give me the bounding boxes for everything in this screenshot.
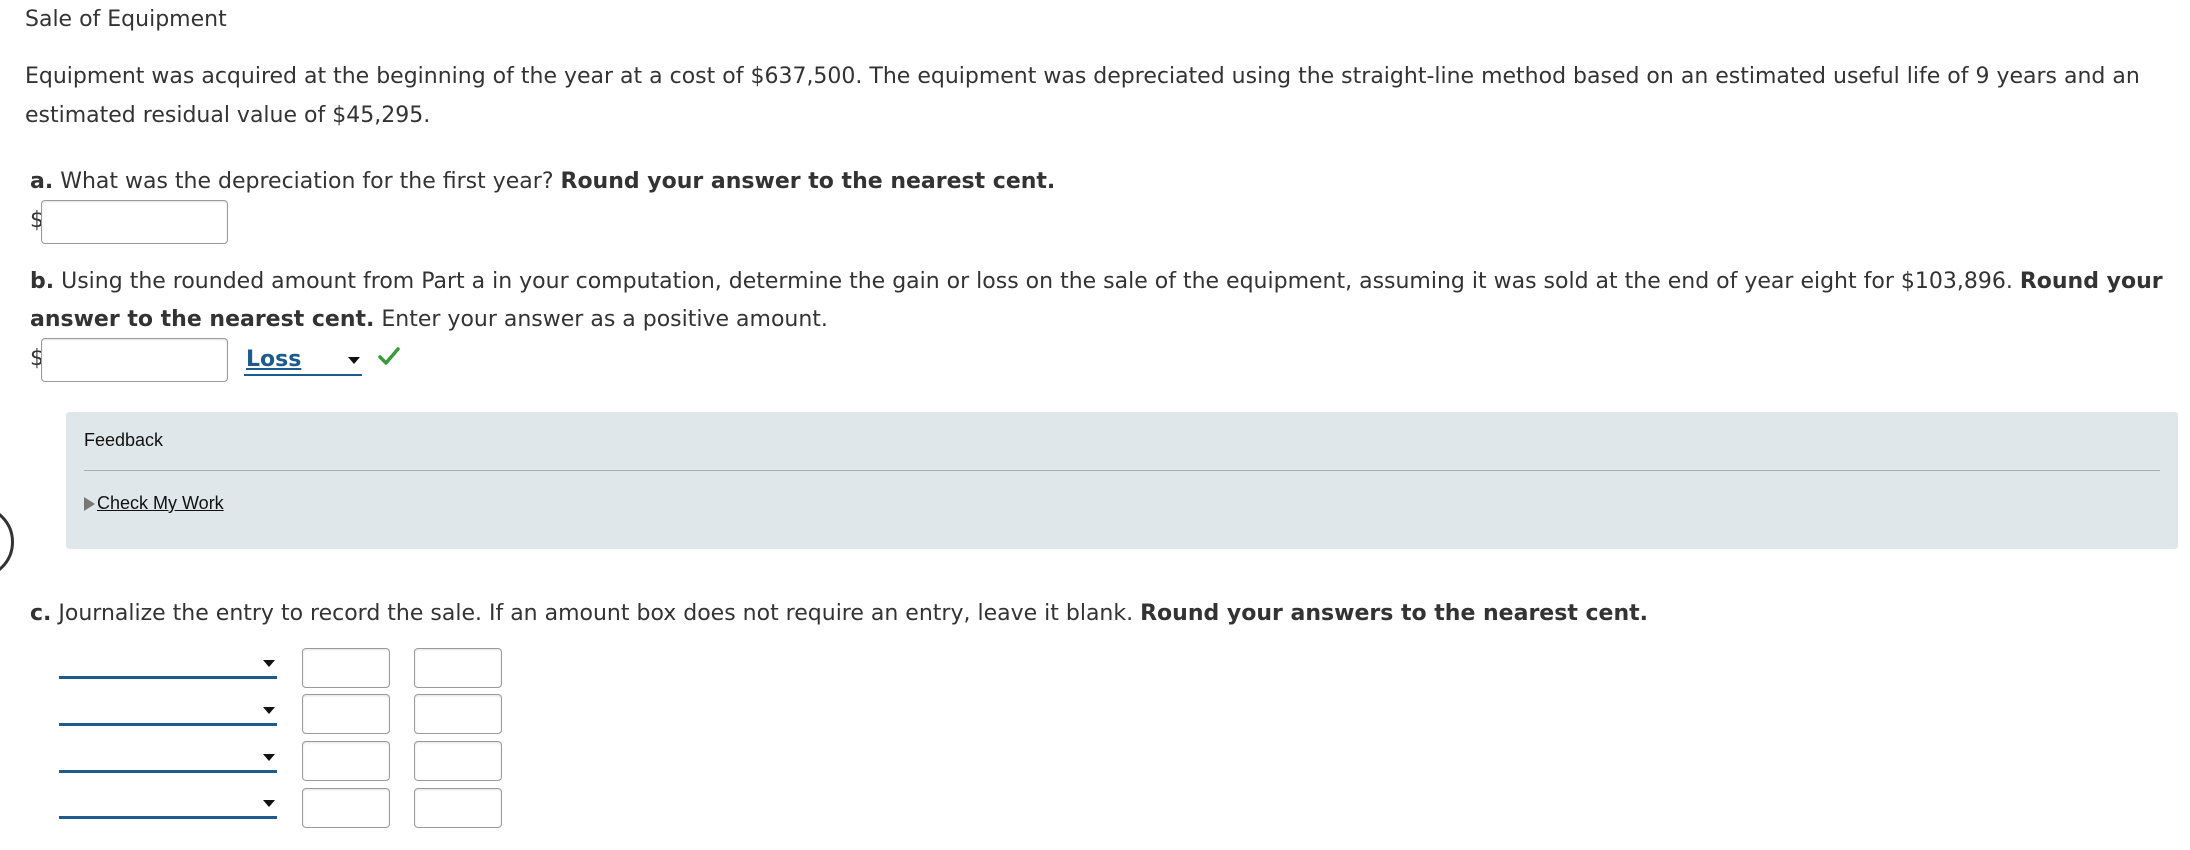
check-my-work-link[interactable]: Check My Work (84, 493, 224, 514)
question-b-letter: b. (30, 269, 55, 294)
journal-debit-input[interactable] (302, 788, 390, 828)
page-title: Sale of Equipment (25, 7, 227, 32)
feedback-label: Feedback (84, 430, 164, 450)
journal-account-select[interactable] (59, 743, 277, 773)
question-a-letter: a. (30, 169, 54, 194)
question-c-instruction: Round your answers to the nearest cent. (1140, 601, 1648, 626)
journal-debit-input[interactable] (302, 741, 390, 781)
problem-description: Equipment was acquired at the beginning … (25, 64, 2140, 128)
chevron-down-icon (263, 753, 275, 761)
gain-loss-input[interactable] (41, 338, 228, 382)
journal-account-select[interactable] (59, 789, 277, 819)
question-b-note: Enter your answer as a positive amount. (381, 307, 828, 332)
journal-debit-input[interactable] (302, 694, 390, 734)
journal-account-select[interactable] (59, 696, 277, 726)
check-my-work-label: Check My Work (97, 493, 224, 513)
expand-triangle-icon (84, 496, 95, 511)
journal-account-select[interactable] (59, 649, 277, 679)
page: Sale of Equipment Equipment was acquired… (0, 0, 2190, 850)
journal-credit-input[interactable] (414, 788, 502, 828)
chevron-down-icon (263, 659, 275, 667)
chevron-down-icon (348, 357, 360, 364)
chevron-down-icon (263, 799, 275, 807)
feedback-divider (84, 470, 2160, 471)
chevron-down-icon (263, 706, 275, 714)
journal-credit-input[interactable] (414, 648, 502, 688)
journal-credit-input[interactable] (414, 741, 502, 781)
question-a-instruction: Round your answer to the nearest cent. (560, 169, 1056, 194)
question-c-letter: c. (30, 601, 52, 626)
question-a-text: What was the depreciation for the first … (60, 169, 554, 194)
feedback-panel: Feedback Check My Work (66, 412, 2178, 549)
question-b-text: Using the rounded amount from Part a in … (61, 269, 2013, 294)
gain-loss-select[interactable]: Loss (244, 346, 362, 376)
journal-credit-input[interactable] (414, 694, 502, 734)
question-b: b. Using the rounded amount from Part a … (30, 263, 2165, 339)
question-c: c. Journalize the entry to record the sa… (30, 595, 2165, 633)
gain-loss-select-value: Loss (246, 347, 302, 372)
journal-debit-input[interactable] (302, 648, 390, 688)
depreciation-input[interactable] (41, 200, 228, 244)
edge-circle-icon (0, 505, 14, 579)
question-a: a. What was the depreciation for the fir… (30, 163, 2165, 201)
check-icon (378, 347, 400, 365)
question-c-text: Journalize the entry to record the sale.… (58, 601, 1134, 626)
